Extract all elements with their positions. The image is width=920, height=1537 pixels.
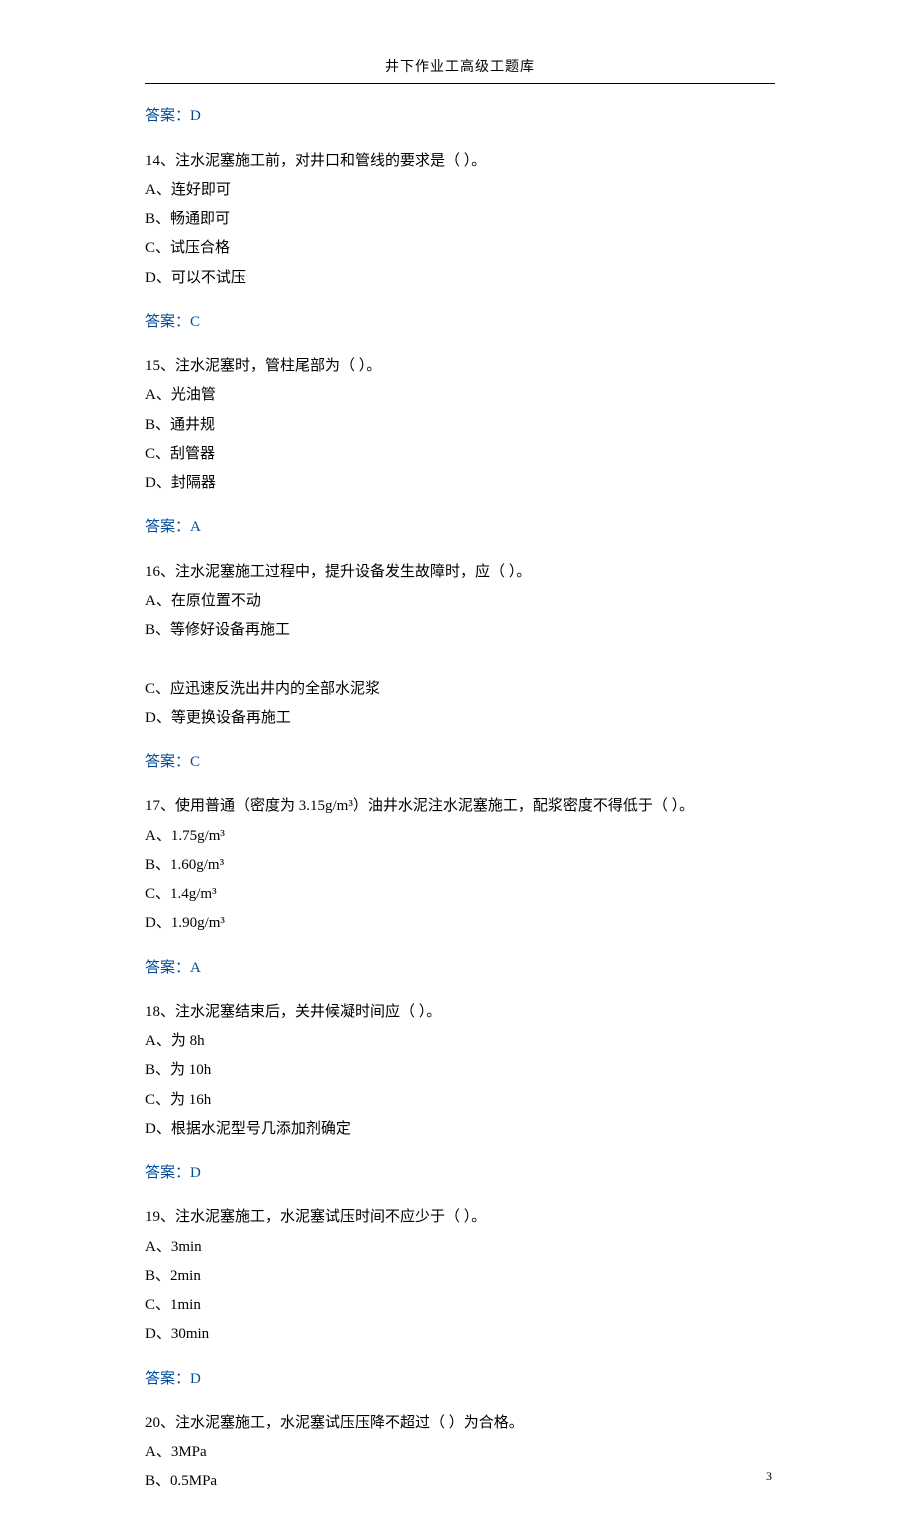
q19-option-c: C、1min bbox=[145, 1291, 775, 1320]
q18-text: 18、注水泥塞结束后，关井候凝时间应（ ）。 bbox=[145, 998, 775, 1027]
answer-label: 答案： bbox=[145, 314, 190, 330]
q15-option-d: D、封隔器 bbox=[145, 469, 775, 498]
q16-answer-value: C bbox=[190, 754, 200, 770]
q17-option-c: C、1.4g/m³ bbox=[145, 880, 775, 909]
q14-text: 14、注水泥塞施工前，对井口和管线的要求是（ ）。 bbox=[145, 147, 775, 176]
answer-label: 答案： bbox=[145, 1165, 190, 1181]
q17-answer: 答案：A bbox=[145, 954, 775, 983]
q20-text: 20、注水泥塞施工，水泥塞试压压降不超过（ ）为合格。 bbox=[145, 1409, 775, 1438]
q18-answer: 答案：D bbox=[145, 1159, 775, 1188]
q13-answer: 答案：D bbox=[145, 102, 775, 131]
answer-label: 答案： bbox=[145, 960, 190, 976]
q15-answer: 答案：A bbox=[145, 513, 775, 542]
q17-text: 17、使用普通（密度为 3.15g/m³）油井水泥注水泥塞施工，配浆密度不得低于… bbox=[145, 792, 775, 821]
q18-option-c: C、为 16h bbox=[145, 1086, 775, 1115]
q19-answer-value: D bbox=[190, 1371, 201, 1387]
q15-option-a: A、光油管 bbox=[145, 381, 775, 410]
q17-option-d: D、1.90g/m³ bbox=[145, 909, 775, 938]
q14-option-d: D、可以不试压 bbox=[145, 264, 775, 293]
answer-label: 答案： bbox=[145, 754, 190, 770]
q17-option-b: B、1.60g/m³ bbox=[145, 851, 775, 880]
q13-answer-value: D bbox=[190, 108, 201, 124]
q19-option-a: A、3min bbox=[145, 1233, 775, 1262]
q19-option-b: B、2min bbox=[145, 1262, 775, 1291]
q15-option-b: B、通井规 bbox=[145, 411, 775, 440]
q16-option-a: A、在原位置不动 bbox=[145, 587, 775, 616]
q17-option-a: A、1.75g/m³ bbox=[145, 822, 775, 851]
q16-option-d: D、等更换设备再施工 bbox=[145, 704, 775, 733]
answer-label: 答案： bbox=[145, 1371, 190, 1387]
q17-answer-value: A bbox=[190, 960, 201, 976]
q18-option-d: D、根据水泥型号几添加剂确定 bbox=[145, 1115, 775, 1144]
page-header: 井下作业工高级工题库 bbox=[145, 54, 775, 81]
q15-answer-value: A bbox=[190, 519, 201, 535]
q19-answer: 答案：D bbox=[145, 1365, 775, 1394]
q19-text: 19、注水泥塞施工，水泥塞试压时间不应少于（ ）。 bbox=[145, 1203, 775, 1232]
q16-answer: 答案：C bbox=[145, 748, 775, 777]
answer-label: 答案： bbox=[145, 108, 190, 124]
q16-option-b: B、等修好设备再施工 bbox=[145, 616, 775, 645]
answer-label: 答案： bbox=[145, 519, 190, 535]
q20-option-b: B、0.5MPa bbox=[145, 1467, 775, 1496]
header-rule bbox=[145, 83, 775, 84]
q18-answer-value: D bbox=[190, 1165, 201, 1181]
q16-option-c: C、应迅速反洗出井内的全部水泥浆 bbox=[145, 675, 775, 704]
page-number: 3 bbox=[766, 1465, 772, 1488]
q14-answer-value: C bbox=[190, 314, 200, 330]
q14-answer: 答案：C bbox=[145, 308, 775, 337]
page-container: 井下作业工高级工题库 答案：D 14、注水泥塞施工前，对井口和管线的要求是（ ）… bbox=[0, 0, 920, 1537]
q14-option-a: A、连好即可 bbox=[145, 176, 775, 205]
q15-option-c: C、刮管器 bbox=[145, 440, 775, 469]
q18-option-b: B、为 10h bbox=[145, 1056, 775, 1085]
q19-option-d: D、30min bbox=[145, 1320, 775, 1349]
q20-option-a: A、3MPa bbox=[145, 1438, 775, 1467]
blank-line bbox=[145, 645, 775, 674]
q15-text: 15、注水泥塞时，管柱尾部为（ ）。 bbox=[145, 352, 775, 381]
q14-option-b: B、畅通即可 bbox=[145, 205, 775, 234]
q14-option-c: C、试压合格 bbox=[145, 234, 775, 263]
q16-text: 16、注水泥塞施工过程中，提升设备发生故障时，应（ ）。 bbox=[145, 558, 775, 587]
q18-option-a: A、为 8h bbox=[145, 1027, 775, 1056]
